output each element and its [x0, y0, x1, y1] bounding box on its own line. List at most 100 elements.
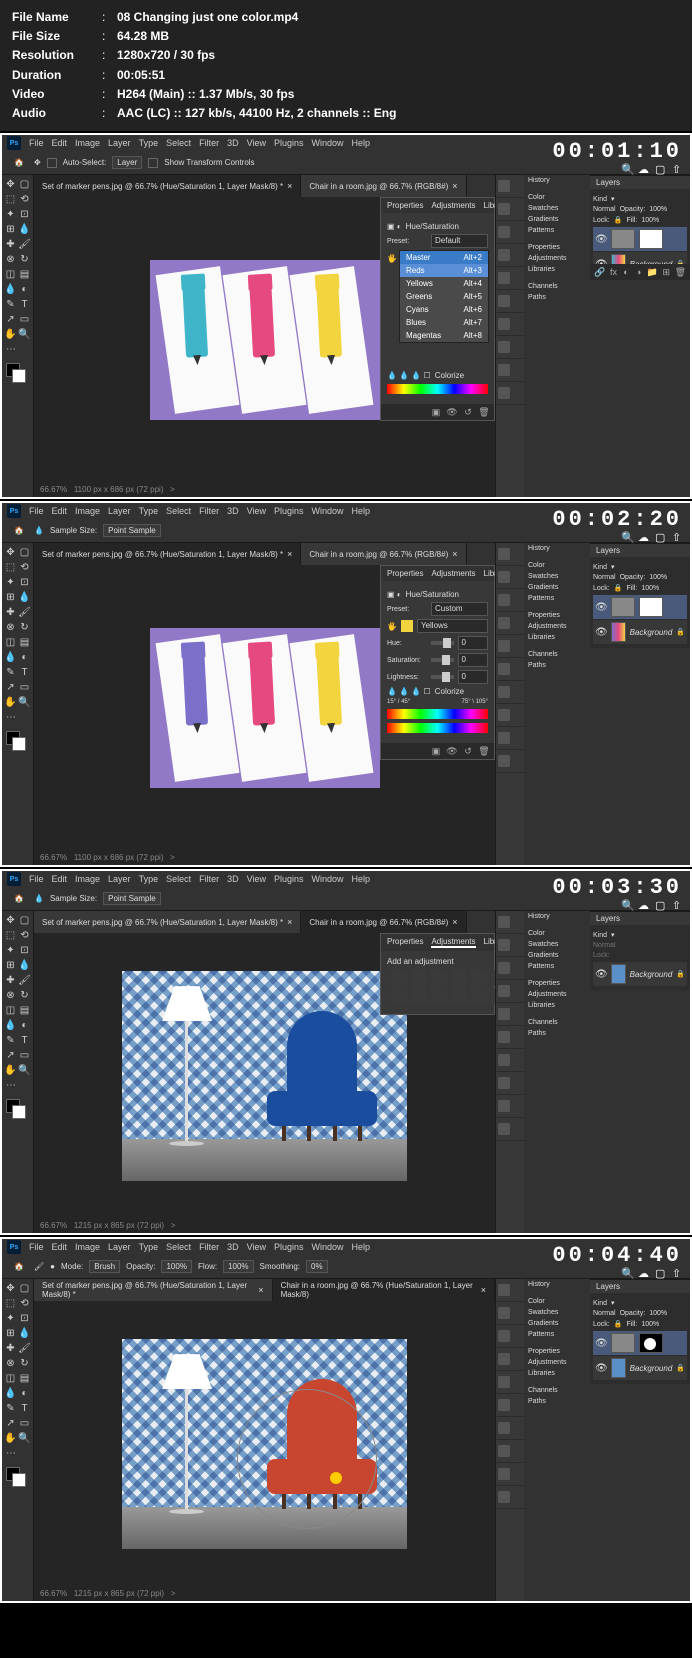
sat-slider[interactable]	[431, 658, 454, 662]
dd-cyans[interactable]: CyansAlt+6	[400, 303, 488, 316]
eyedropper-tool[interactable]: 💧	[18, 222, 31, 236]
folder-icon[interactable]: 📁	[647, 266, 658, 278]
pen-tool[interactable]: ✎	[4, 297, 17, 311]
colorize-label[interactable]: Colorize	[435, 371, 464, 380]
autoselect-checkbox[interactable]	[47, 158, 57, 168]
new-icon[interactable]: ⊞	[662, 266, 671, 278]
delete-icon[interactable]: 🗑	[478, 406, 490, 418]
menu-type[interactable]: Type	[139, 138, 159, 148]
tab-pens[interactable]: Set of marker pens.jpg @ 66.7% (Hue/Satu…	[34, 175, 301, 197]
fx-icon[interactable]: fx	[609, 266, 618, 278]
preset-dropdown[interactable]: Custom	[431, 602, 488, 616]
eye-icon[interactable]: 👁	[446, 406, 458, 418]
menu-plugins[interactable]: Plugins	[274, 138, 304, 148]
menu-3d[interactable]: 3D	[227, 138, 239, 148]
edit-toolbar[interactable]: ⋯	[4, 342, 18, 356]
menu-file[interactable]: File	[29, 138, 44, 148]
swatches-panel-btn[interactable]	[496, 221, 524, 244]
ps-logo-icon[interactable]: Ps	[7, 504, 21, 518]
heal-tool[interactable]: ✚	[4, 237, 17, 251]
clip-icon[interactable]: ▣	[430, 406, 442, 418]
preset-dropdown[interactable]: Default	[431, 234, 488, 248]
close-tab-icon[interactable]: ×	[287, 181, 292, 191]
home-icon[interactable]: 🏠	[10, 154, 28, 172]
lookup-icon[interactable]	[431, 988, 447, 1004]
search-icon[interactable]: 🔍	[621, 163, 635, 177]
reset-icon[interactable]: ↺	[462, 406, 474, 418]
properties-tab[interactable]: Properties	[387, 201, 423, 210]
levels-icon[interactable]	[411, 970, 427, 986]
adjustments-tab[interactable]: Adjustments	[431, 201, 475, 210]
stamp-tool[interactable]: ⊗	[4, 252, 17, 266]
ps-logo-icon[interactable]: Ps	[7, 136, 21, 150]
zoom-tool[interactable]: 🔍	[18, 327, 31, 341]
photo-icon[interactable]	[391, 988, 407, 1004]
history-panel-btn[interactable]	[496, 175, 524, 198]
share-icon[interactable]: ⇧	[672, 163, 686, 177]
history-brush-tool[interactable]: ↻	[18, 252, 31, 266]
sample-dropdown[interactable]: Point Sample	[103, 524, 161, 537]
dd-yellows[interactable]: YellowsAlt+4	[400, 277, 488, 290]
layer-huesat[interactable]: 👁	[593, 1331, 687, 1355]
menu-help[interactable]: Help	[352, 138, 371, 148]
lasso-tool[interactable]: ⟲	[18, 192, 31, 206]
layer-background[interactable]: 👁Background🔒	[593, 1356, 687, 1380]
move-tool[interactable]: ✥	[4, 177, 17, 191]
menu-view[interactable]: View	[247, 138, 266, 148]
adjustments-panel-btn[interactable]	[496, 313, 524, 336]
vibrance-icon[interactable]	[471, 970, 487, 986]
canvas-image[interactable]	[150, 260, 380, 420]
layers-tab[interactable]: Layers	[590, 176, 690, 189]
libraries-tab[interactable]: Libraries	[484, 201, 496, 210]
canvas-image[interactable]	[122, 1339, 407, 1549]
dodge-tool[interactable]: ◐	[18, 282, 31, 296]
huesat-icon[interactable]	[491, 970, 495, 986]
patterns-panel-btn[interactable]	[496, 267, 524, 290]
menu-window[interactable]: Window	[312, 138, 344, 148]
mixer-icon[interactable]	[411, 988, 427, 1004]
threshold-icon[interactable]	[491, 988, 495, 1004]
exposure-icon[interactable]	[451, 970, 467, 986]
gradient-tool[interactable]: ▤	[18, 267, 31, 281]
color-panel-btn[interactable]	[496, 198, 524, 221]
wand-tool[interactable]: ✦	[4, 207, 17, 221]
eraser-tool[interactable]: ◫	[4, 267, 17, 281]
tab-chair[interactable]: Chair in a room.jpg @ 66.7% (RGB/8#)×	[301, 543, 466, 565]
hue-spectrum[interactable]	[387, 709, 488, 719]
frame-tool[interactable]: ⊞	[4, 222, 17, 236]
canvas-image[interactable]	[122, 971, 407, 1181]
menu-image[interactable]: Image	[75, 138, 100, 148]
tab-pens[interactable]: Set of marker pens.jpg @ 66.7% (Hue/Satu…	[34, 543, 301, 565]
properties-panel-btn[interactable]	[496, 290, 524, 313]
marquee-tool[interactable]: ⬚	[4, 192, 17, 206]
hue-slider[interactable]	[431, 641, 454, 645]
artboard-tool[interactable]: ▢	[18, 177, 31, 191]
brush-tool[interactable]: 🖌	[18, 237, 31, 251]
hue-spectrum-range[interactable]	[387, 723, 488, 733]
tab-chair[interactable]: Chair in a room.jpg @ 66.7% (RGB/8#)×	[301, 175, 466, 197]
gradients-panel-btn[interactable]	[496, 244, 524, 267]
color-swatches[interactable]	[4, 361, 31, 385]
layer-huesat[interactable]: 👁	[593, 227, 687, 251]
channel-dropdown[interactable]: Yellows	[417, 619, 488, 633]
layer-dropdown[interactable]: Layer	[112, 156, 142, 169]
path-tool[interactable]: ↗	[4, 312, 17, 326]
menu-layer[interactable]: Layer	[108, 138, 131, 148]
crop-tool[interactable]: ⊡	[18, 207, 31, 221]
close-tab-icon[interactable]: ×	[452, 181, 457, 191]
paths-panel-btn[interactable]	[496, 382, 524, 405]
hand-tool[interactable]: ✋	[4, 327, 17, 341]
poster-icon[interactable]	[471, 988, 487, 1004]
libraries-panel-btn[interactable]	[496, 336, 524, 359]
dd-magentas[interactable]: MagentasAlt+8	[400, 329, 488, 342]
curves-icon[interactable]	[431, 970, 447, 986]
link-icon[interactable]: 🔗	[594, 266, 605, 278]
invert-icon[interactable]	[451, 988, 467, 1004]
blur-tool[interactable]: 💧	[4, 282, 17, 296]
workspace-icon[interactable]: ▢	[655, 163, 669, 177]
menu-select[interactable]: Select	[166, 138, 191, 148]
menu-filter[interactable]: Filter	[199, 138, 219, 148]
mask-icon[interactable]: ◐	[622, 266, 631, 278]
shape-tool[interactable]: ▭	[18, 312, 31, 326]
brightness-icon[interactable]	[391, 970, 407, 986]
